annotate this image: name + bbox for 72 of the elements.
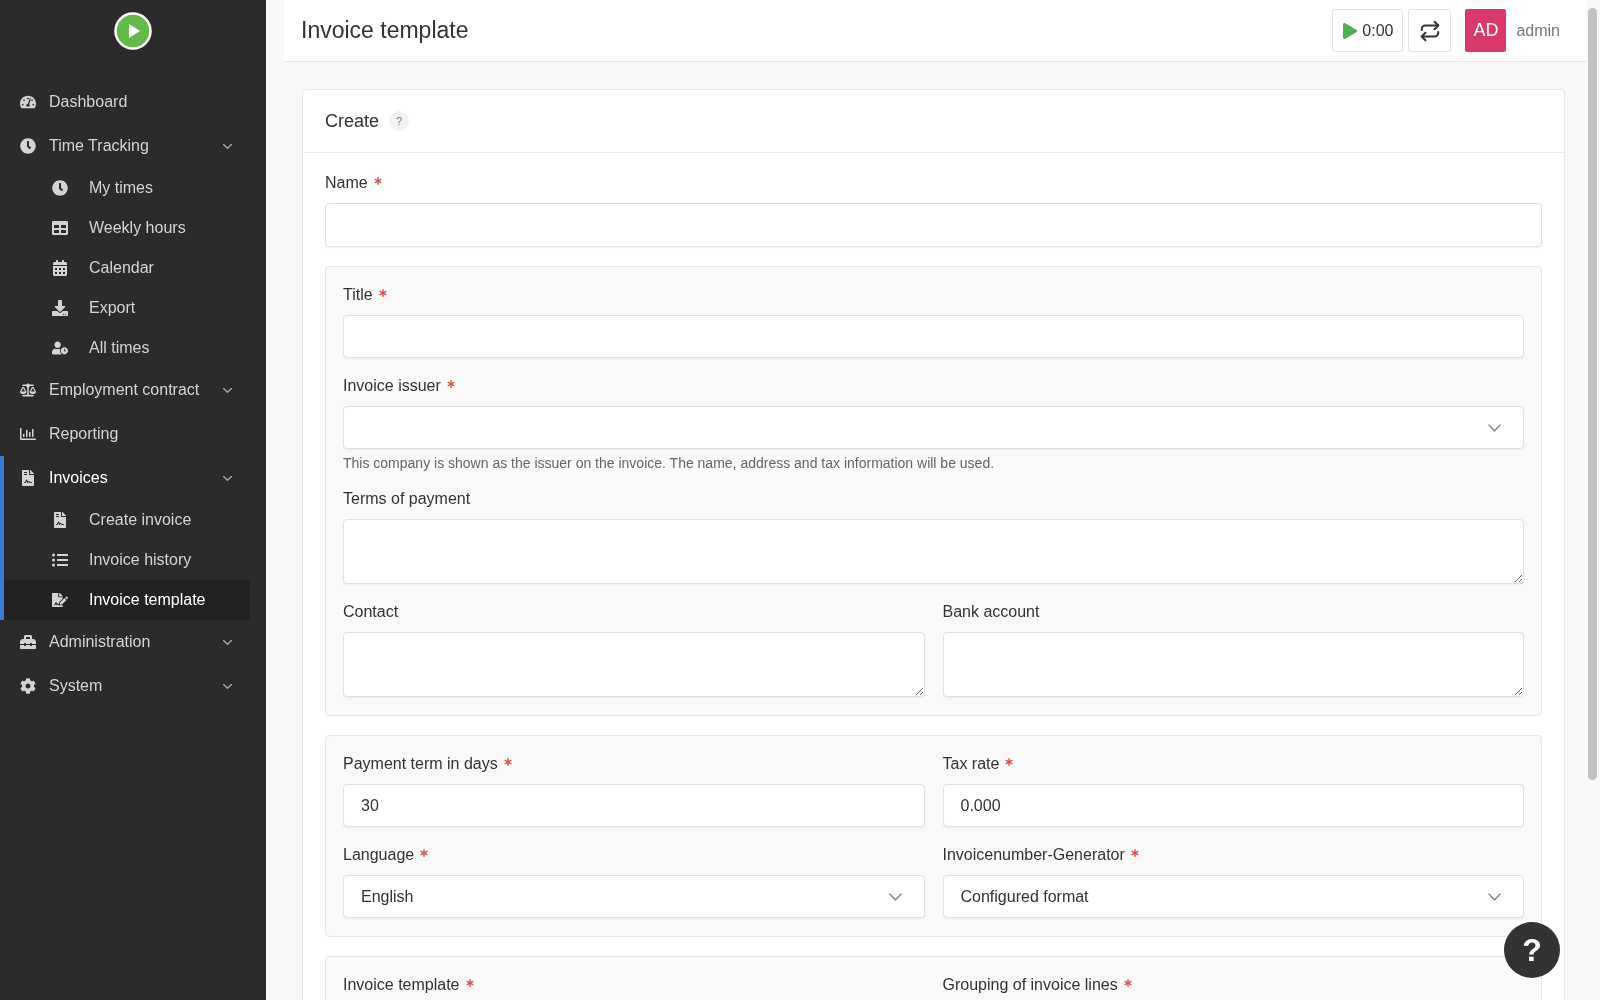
field-label: Invoicenumber-Generator bbox=[942, 845, 1125, 865]
settings-icon bbox=[20, 678, 36, 694]
nav-item[interactable]: Time Tracking bbox=[4, 124, 250, 168]
text-area[interactable] bbox=[343, 519, 1524, 584]
chevron-icon bbox=[223, 683, 232, 689]
input-field[interactable] bbox=[343, 315, 1524, 358]
timer-button[interactable]: 0:00 bbox=[1332, 9, 1404, 52]
grid-icon bbox=[52, 220, 68, 236]
field-label: Grouping of invoice lines bbox=[942, 975, 1118, 995]
nav-item[interactable]: Invoice template bbox=[4, 580, 250, 620]
nav-item[interactable]: Weekly hours bbox=[4, 208, 250, 248]
chevron-icon bbox=[1488, 423, 1501, 432]
help-text: This company is shown as the issuer on the invoice. The name, address and tax information will be used. bbox=[343, 455, 996, 471]
input-field[interactable]: 30 bbox=[343, 784, 925, 827]
scrollbar-thumb[interactable] bbox=[1588, 8, 1597, 780]
field-label: Invoice issuer bbox=[343, 376, 441, 396]
field-label: Terms of payment bbox=[343, 489, 471, 509]
bar-chart-icon bbox=[20, 426, 36, 442]
field-label: Bank account bbox=[942, 602, 1040, 622]
scales-icon bbox=[20, 382, 36, 398]
nav-item[interactable]: Reporting bbox=[4, 412, 250, 456]
page-title: Invoice template bbox=[301, 17, 469, 44]
document-icon bbox=[20, 470, 36, 486]
calendar-icon bbox=[52, 260, 68, 276]
clock-icon bbox=[52, 180, 68, 196]
field-label: Language bbox=[343, 845, 415, 865]
chevron-icon bbox=[223, 143, 232, 149]
nav-item[interactable]: Invoices bbox=[4, 456, 250, 500]
nav-item[interactable]: Invoice history bbox=[4, 540, 250, 580]
nav-item[interactable]: Create invoice bbox=[4, 500, 250, 540]
select-field[interactable]: English bbox=[343, 875, 925, 918]
field-label: Contact bbox=[343, 602, 399, 622]
document-icon bbox=[52, 512, 68, 528]
field-label: Payment term in days bbox=[343, 754, 498, 774]
field-label: Title bbox=[343, 285, 373, 305]
avatar[interactable]: AD bbox=[1465, 9, 1507, 52]
nav-item[interactable]: Export bbox=[4, 288, 250, 328]
play-icon bbox=[1342, 22, 1359, 39]
text-area[interactable] bbox=[343, 632, 925, 697]
user-clock-icon bbox=[52, 340, 68, 356]
chevron-icon bbox=[223, 387, 232, 393]
nav-item[interactable]: Employment contract bbox=[4, 368, 250, 412]
field-label: Tax rate bbox=[942, 754, 1000, 774]
select-field[interactable]: Configured format bbox=[942, 875, 1524, 918]
nav-item[interactable]: Administration bbox=[4, 620, 250, 664]
chevron-icon bbox=[1488, 892, 1501, 901]
clock-icon bbox=[20, 138, 36, 154]
nav-item[interactable]: All times bbox=[4, 328, 250, 368]
username[interactable]: admin bbox=[1516, 21, 1560, 40]
toolbox-icon bbox=[20, 634, 36, 650]
play-logo-icon[interactable] bbox=[114, 12, 152, 50]
refresh-icon bbox=[1418, 19, 1441, 42]
field-label: Invoice template bbox=[343, 975, 460, 995]
chevron-icon bbox=[888, 892, 902, 901]
nav-item[interactable]: Dashboard bbox=[4, 80, 250, 124]
chevron-icon bbox=[223, 639, 232, 645]
nav-item[interactable]: My times bbox=[4, 168, 250, 208]
gauge-icon bbox=[20, 94, 36, 110]
text-area[interactable] bbox=[942, 632, 1524, 697]
input-field[interactable] bbox=[325, 203, 1542, 247]
chevron-icon bbox=[223, 475, 232, 481]
download-icon bbox=[52, 300, 68, 316]
input-field[interactable]: 0.000 bbox=[942, 784, 1524, 827]
nav-item[interactable]: Calendar bbox=[4, 248, 250, 288]
help-badge[interactable]: ? bbox=[389, 111, 410, 131]
refresh-button[interactable] bbox=[1408, 9, 1452, 52]
field-label: Name bbox=[325, 173, 368, 193]
select-field[interactable] bbox=[343, 406, 1524, 449]
document-pen-icon bbox=[52, 592, 68, 608]
list-icon bbox=[52, 552, 68, 568]
card-title: Create bbox=[325, 110, 380, 132]
nav-item[interactable]: System bbox=[4, 664, 250, 708]
